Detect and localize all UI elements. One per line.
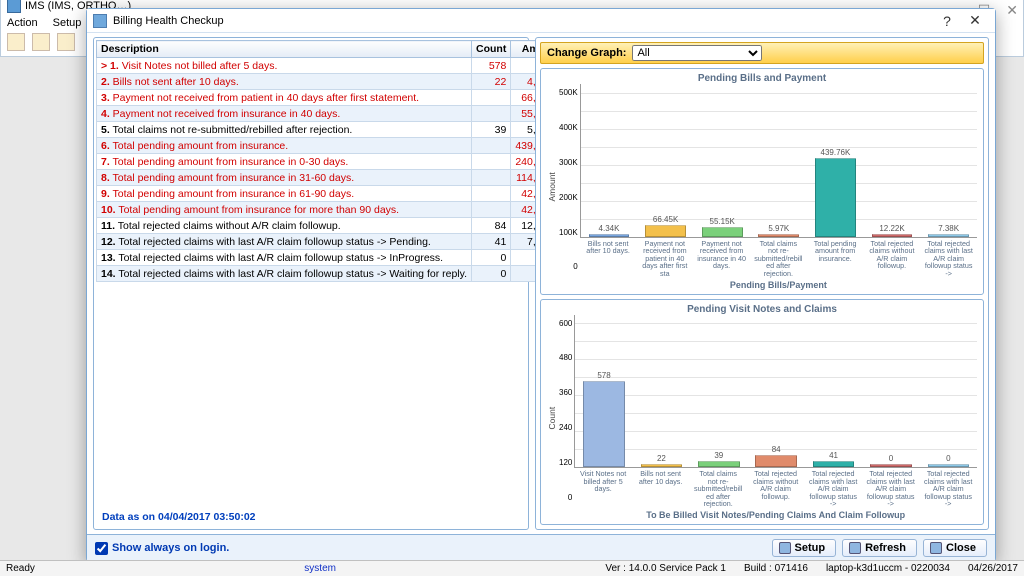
status-build: Build : 071416 bbox=[744, 563, 808, 574]
chart-bar: 66.45K bbox=[641, 215, 690, 237]
chart-bar: 4.34K bbox=[585, 224, 634, 237]
chart1-title: Pending Bills and Payment bbox=[547, 73, 977, 84]
chart1-xtitle: Pending Bills/Payment bbox=[580, 280, 977, 290]
chart-bar: 55.15K bbox=[698, 217, 747, 237]
change-graph-bar: Change Graph: All bbox=[540, 42, 984, 64]
chart-bar: 22 bbox=[637, 454, 686, 467]
table-row[interactable]: 14. Total rejected claims with last A/R … bbox=[97, 266, 573, 282]
table-row[interactable]: 9. Total pending amount from insurance i… bbox=[97, 186, 573, 202]
close-icon[interactable]: ✕ bbox=[961, 12, 989, 29]
chart-bar: 0 bbox=[866, 454, 915, 467]
chart1-xlabels: Bills not sent after 10 days.Payment not… bbox=[580, 238, 977, 278]
refresh-icon bbox=[849, 542, 861, 554]
chart-bar: 12.22K bbox=[868, 224, 917, 237]
chart2-ylabel: Count bbox=[547, 315, 557, 521]
status-version: Ver : 14.0.0 Service Pack 1 bbox=[605, 563, 726, 574]
chart-pending-visit-notes: Pending Visit Notes and Claims Count 600… bbox=[540, 299, 984, 526]
change-graph-select[interactable]: All bbox=[632, 45, 762, 61]
table-row[interactable]: 13. Total rejected claims with last A/R … bbox=[97, 250, 573, 266]
app-close-icon[interactable]: ✕ bbox=[1006, 2, 1018, 19]
chart-bar: 7.38K bbox=[924, 224, 973, 237]
table-row[interactable]: 12. Total rejected claims with last A/R … bbox=[97, 234, 573, 250]
chart1-bars: 4.34K 66.45K 55.15K 5.97K 439.76K 12.22K 7.38K bbox=[580, 84, 977, 238]
gear-icon bbox=[779, 542, 791, 554]
table-row[interactable]: 2. Bills not sent after 10 days.224,338.… bbox=[97, 74, 573, 90]
description-table-panel: Description Count Amount > 1. Visit Note… bbox=[93, 37, 529, 530]
chart1-ylabel: Amount bbox=[547, 84, 557, 290]
change-graph-label: Change Graph: bbox=[547, 47, 626, 59]
chart-pending-bills: Pending Bills and Payment Amount 500K400… bbox=[540, 68, 984, 295]
status-bar: Ready system Ver : 14.0.0 Service Pack 1… bbox=[0, 560, 1024, 576]
help-icon[interactable]: ? bbox=[933, 13, 961, 29]
table-row[interactable]: 4. Payment not received from insurance i… bbox=[97, 106, 573, 122]
chart2-yaxis: 6004803602401200 bbox=[559, 315, 574, 521]
close-button-icon bbox=[930, 542, 942, 554]
toolbar-icon-2[interactable] bbox=[32, 33, 50, 51]
chart1-yaxis: 500K400K300K200K100K0 bbox=[559, 84, 580, 290]
col-description[interactable]: Description bbox=[97, 41, 472, 58]
chart2-bars: 578 22 39 84 41 00 bbox=[574, 315, 977, 469]
table-row[interactable]: 10. Total pending amount from insurance … bbox=[97, 202, 573, 218]
close-button[interactable]: Close bbox=[923, 539, 987, 557]
status-date: 04/26/2017 bbox=[968, 563, 1018, 574]
chart-bar: 39 bbox=[694, 451, 743, 467]
dialog-title: Billing Health Checkup bbox=[113, 15, 224, 27]
chart2-title: Pending Visit Notes and Claims bbox=[547, 304, 977, 315]
toolbar-icon-1[interactable] bbox=[7, 33, 25, 51]
table-row[interactable]: 5. Total claims not re-submitted/rebille… bbox=[97, 122, 573, 138]
dialog-titlebar[interactable]: Billing Health Checkup ? ✕ bbox=[87, 9, 995, 33]
chart-bar: 578 bbox=[579, 371, 628, 468]
refresh-button[interactable]: Refresh bbox=[842, 539, 917, 557]
table-row[interactable]: 7. Total pending amount from insurance i… bbox=[97, 154, 573, 170]
table-row[interactable]: 3. Payment not received from patient in … bbox=[97, 90, 573, 106]
chart-bar: 41 bbox=[809, 451, 858, 467]
table-row[interactable]: 8. Total pending amount from insurance i… bbox=[97, 170, 573, 186]
menu-action[interactable]: Action bbox=[7, 17, 38, 29]
status-user: system bbox=[53, 563, 587, 574]
table-row[interactable]: 6. Total pending amount from insurance.4… bbox=[97, 138, 573, 154]
status-ready: Ready bbox=[6, 563, 35, 574]
description-table: Description Count Amount > 1. Visit Note… bbox=[96, 40, 573, 282]
dialog-footer: Show always on login. Setup Refresh Clos… bbox=[87, 534, 995, 561]
chart2-xtitle: To Be Billed Visit Notes/Pending Claims … bbox=[574, 510, 977, 520]
show-always-label: Show always on login. bbox=[112, 542, 229, 554]
col-count[interactable]: Count bbox=[472, 41, 511, 58]
show-always-input[interactable] bbox=[95, 542, 108, 555]
data-as-on: Data as on 04/04/2017 03:50:02 bbox=[96, 507, 526, 527]
chart-bar: 439.76K bbox=[811, 148, 860, 237]
chart2-xlabels: Visit Notes not billed after 5 days.Bill… bbox=[574, 468, 977, 508]
table-row[interactable]: > 1. Visit Notes not billed after 5 days… bbox=[97, 58, 573, 74]
app-icon bbox=[7, 0, 21, 13]
table-row[interactable]: 11. Total rejected claims without A/R cl… bbox=[97, 218, 573, 234]
chart-bar: 5.97K bbox=[755, 224, 804, 237]
chart-bar: 84 bbox=[751, 445, 800, 468]
status-host: laptop-k3d1uccm - 0220034 bbox=[826, 563, 950, 574]
chart-bar: 0 bbox=[924, 454, 973, 467]
toolbar-icon-3[interactable] bbox=[57, 33, 75, 51]
setup-button[interactable]: Setup bbox=[772, 539, 837, 557]
billing-health-checkup-dialog: Billing Health Checkup ? ✕ Description C… bbox=[86, 8, 996, 562]
charts-panel: Change Graph: All Pending Bills and Paym… bbox=[535, 37, 989, 530]
dialog-icon bbox=[93, 14, 107, 28]
menu-setup[interactable]: Setup bbox=[53, 17, 82, 29]
show-always-checkbox[interactable]: Show always on login. bbox=[95, 542, 229, 555]
